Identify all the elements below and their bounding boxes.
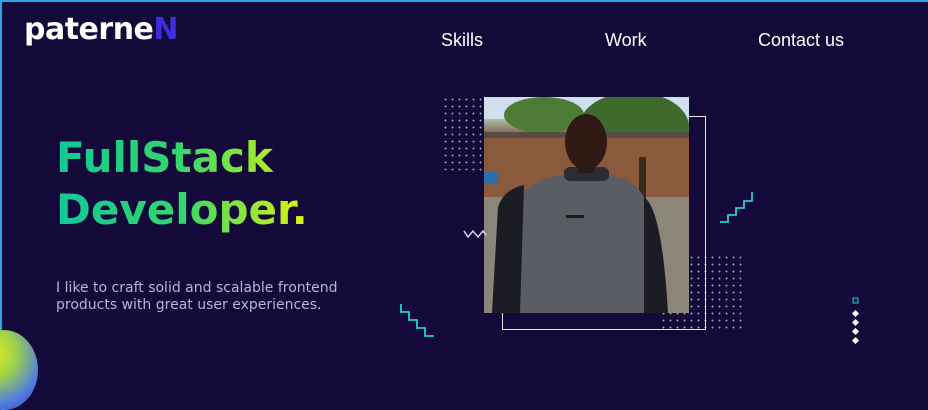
nav-link-skills[interactable]: Skills (441, 30, 483, 51)
profile-photo-illustration (484, 97, 689, 313)
nav-link-contact[interactable]: Contact us (758, 30, 844, 51)
logo-main-text: paterne (24, 12, 154, 47)
stair-line-decoration-right (720, 192, 753, 223)
logo-accent-letter: N (153, 12, 179, 47)
nav-link-work[interactable]: Work (605, 30, 647, 51)
stair-line-decoration-left (400, 304, 434, 337)
hero-title: FullStack Developer. (56, 132, 308, 236)
hero-subtitle: I like to craft solid and scalable front… (56, 280, 338, 313)
profile-photo (484, 97, 689, 313)
zigzag-line-decoration (463, 229, 487, 239)
brand-logo[interactable]: paterneN (24, 12, 179, 47)
window-border-top (0, 0, 928, 2)
hero-title-line1: FullStack (56, 133, 273, 182)
gradient-blob-decoration (0, 330, 38, 410)
hero-title-line2: Developer. (56, 185, 308, 234)
scroll-indicator[interactable] (848, 294, 864, 352)
